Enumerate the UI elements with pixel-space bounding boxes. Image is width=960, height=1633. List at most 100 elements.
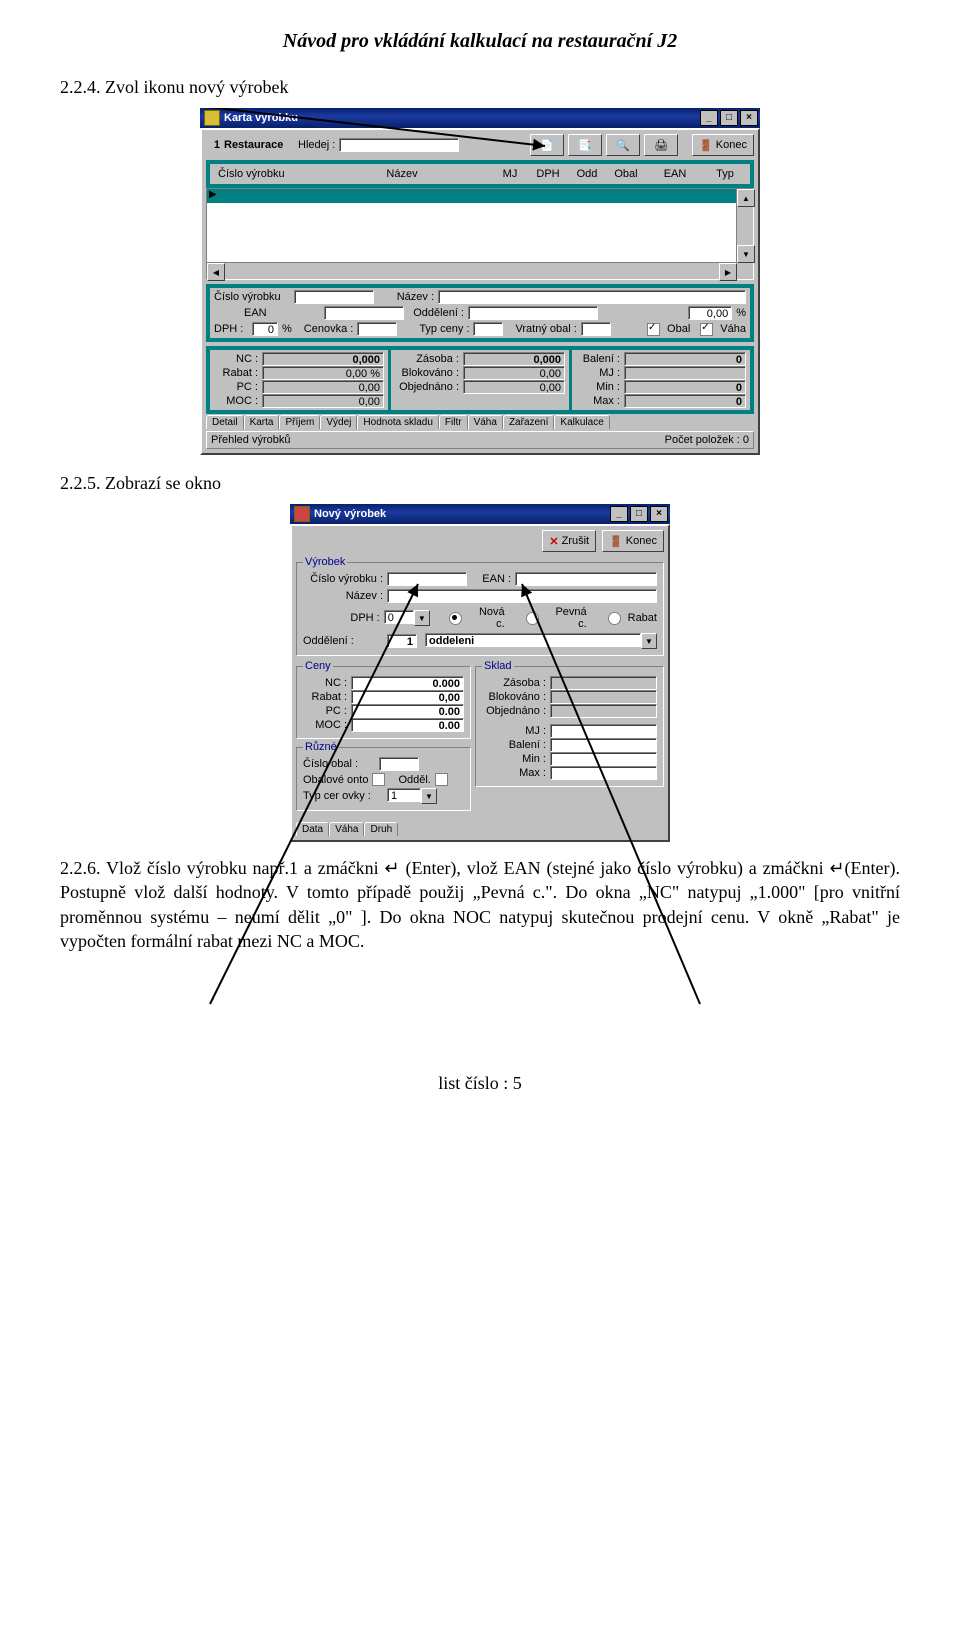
checkbox-obalove[interactable] — [372, 773, 385, 786]
tab-filtr[interactable]: Filtr — [439, 415, 468, 429]
col-obal[interactable]: Obal — [606, 166, 646, 182]
select-oddeleni[interactable]: oddeleni▼ — [425, 633, 657, 649]
status-left: Přehled výrobků — [211, 434, 291, 446]
value-groups: NC :0,000 Rabat :0,00 % PC :0,00 MOC :0,… — [206, 346, 754, 414]
col-mj[interactable]: MJ — [492, 166, 528, 182]
input-cenovka[interactable] — [357, 322, 397, 336]
col-odd[interactable]: Odd — [568, 166, 606, 182]
input-ean[interactable] — [324, 306, 404, 320]
scroll-up-button[interactable]: ▲ — [737, 189, 755, 207]
col-ean[interactable]: EAN — [646, 166, 704, 182]
scroll-left-button[interactable]: ◀ — [207, 263, 225, 281]
tab-kalkulace[interactable]: Kalkulace — [554, 415, 609, 429]
tab-detail[interactable]: Detail — [206, 415, 244, 429]
input-typ-ceny[interactable] — [473, 322, 503, 336]
app-icon — [204, 110, 220, 126]
input-nc[interactable]: 0.000 — [351, 676, 464, 690]
label-obal-chk: Obal — [667, 323, 690, 335]
titlebar[interactable]: Nový výrobek _ □ × — [290, 504, 670, 524]
printer-icon: 🖨 — [654, 139, 668, 152]
label-cislo-obal: Číslo obal : — [303, 758, 375, 770]
maximize-button[interactable]: □ — [720, 110, 738, 126]
col-dph[interactable]: DPH — [528, 166, 568, 182]
input-baleni[interactable] — [550, 738, 657, 752]
chevron-down-icon[interactable]: ▼ — [641, 633, 657, 649]
label-moc: MOC : — [303, 719, 347, 731]
print-preview-button[interactable]: 🔍 — [606, 134, 640, 156]
new-item-button[interactable]: 📄 — [530, 134, 564, 156]
input-max[interactable] — [550, 766, 657, 780]
search-input[interactable] — [339, 138, 459, 152]
radio-pevna[interactable] — [526, 612, 539, 625]
radio-rabat[interactable] — [608, 612, 621, 625]
titlebar[interactable]: Karta výrobku _ □ × — [200, 108, 760, 128]
tab-vaha[interactable]: Váha — [468, 415, 503, 429]
input-cislo-vyrobku[interactable] — [294, 290, 374, 304]
input-oddeleni[interactable] — [468, 306, 598, 320]
label-max: Max : — [576, 395, 620, 407]
input-mj[interactable] — [550, 724, 657, 738]
scroll-right-button[interactable]: ▶ — [719, 263, 737, 281]
exit-icon: 🚪 — [699, 139, 713, 152]
selected-row[interactable] — [207, 189, 753, 203]
print-button[interactable]: 🖨 — [644, 134, 678, 156]
input-vratny-obal[interactable] — [581, 322, 611, 336]
checkbox-vaha[interactable] — [700, 323, 713, 336]
select-dph[interactable]: 0▼ — [384, 610, 430, 626]
tab-prijem[interactable]: Příjem — [279, 415, 320, 429]
label-dph: DPH : — [214, 323, 248, 335]
chevron-down-icon[interactable]: ▼ — [421, 788, 437, 804]
tab-karta[interactable]: Karta — [244, 415, 280, 429]
tab-vaha[interactable]: Váha — [329, 822, 364, 836]
tab-druh[interactable]: Druh — [364, 822, 398, 836]
tab-data[interactable]: Data — [296, 822, 329, 836]
input-rabat[interactable]: 0,00 — [351, 690, 464, 704]
step-2-2-4: 2.2.4. Zvol ikonu nový výrobek — [60, 77, 900, 98]
checkbox-obal[interactable] — [647, 323, 660, 336]
label-nc: NC : — [214, 353, 258, 365]
scroll-down-button[interactable]: ▼ — [737, 245, 755, 263]
col-typ[interactable]: Typ — [704, 166, 746, 182]
tab-hodnota-skladu[interactable]: Hodnota skladu — [357, 415, 439, 429]
col-cislo[interactable]: Číslo výrobku — [214, 166, 312, 182]
product-grid[interactable]: ▶ ▲ ▼ ◀ ▶ — [206, 188, 754, 280]
input-dph[interactable]: 0 — [252, 322, 278, 336]
input-cislo-obal[interactable] — [379, 757, 419, 771]
col-nazev[interactable]: Název — [312, 166, 492, 182]
minimize-button[interactable]: _ — [610, 506, 628, 522]
label-blokovano: Blokováno : — [395, 367, 459, 379]
input-moc[interactable]: 0.00 — [351, 718, 464, 732]
zrusit-button[interactable]: ✕Zrušit — [542, 530, 596, 552]
label-moc: MOC : — [214, 395, 258, 407]
tab-zarazeni[interactable]: Zařazení — [503, 415, 554, 429]
input-nazev[interactable] — [438, 290, 746, 304]
horizontal-scrollbar[interactable]: ◀ ▶ — [207, 262, 737, 279]
checkbox-oddel[interactable] — [435, 773, 448, 786]
radio-nova[interactable] — [449, 612, 462, 625]
input-nazev[interactable] — [387, 589, 657, 603]
detail-block: Číslo výrobku Název : EAN Oddělení : 0,0… — [206, 284, 754, 342]
maximize-button[interactable]: □ — [630, 506, 648, 522]
select-typ-cerovky[interactable]: 1▼ — [387, 788, 437, 804]
tab-vydej[interactable]: Výdej — [320, 415, 357, 429]
input-min[interactable] — [550, 752, 657, 766]
value-moc: 0,00 — [262, 394, 384, 408]
label-pc: PC : — [214, 381, 258, 393]
minimize-button[interactable]: _ — [700, 110, 718, 126]
label-typ-cerovky: Typ cer ovky : — [303, 790, 383, 802]
find-duplicate-button[interactable]: 📑 — [568, 134, 602, 156]
konec-button[interactable]: 🚪Konec — [692, 134, 754, 156]
pct-value: 0,00 — [688, 306, 732, 320]
input-pc[interactable]: 0.00 — [351, 704, 464, 718]
chevron-down-icon[interactable]: ▼ — [414, 610, 430, 626]
input-cislo-vyrobku[interactable] — [387, 572, 467, 586]
input-oddeleni-id[interactable]: 1 — [387, 634, 417, 648]
input-ean[interactable] — [515, 572, 657, 586]
close-button[interactable]: × — [740, 110, 758, 126]
group-vyrobek: Výrobek Číslo výrobku : EAN : Název : DP… — [296, 556, 664, 656]
close-button[interactable]: × — [650, 506, 668, 522]
legend-ruzne: Různé — [303, 741, 339, 753]
value-objednano: 0,00 — [463, 380, 565, 394]
vertical-scrollbar[interactable]: ▲ ▼ — [736, 189, 753, 279]
konec-button[interactable]: 🚪Konec — [602, 530, 664, 552]
